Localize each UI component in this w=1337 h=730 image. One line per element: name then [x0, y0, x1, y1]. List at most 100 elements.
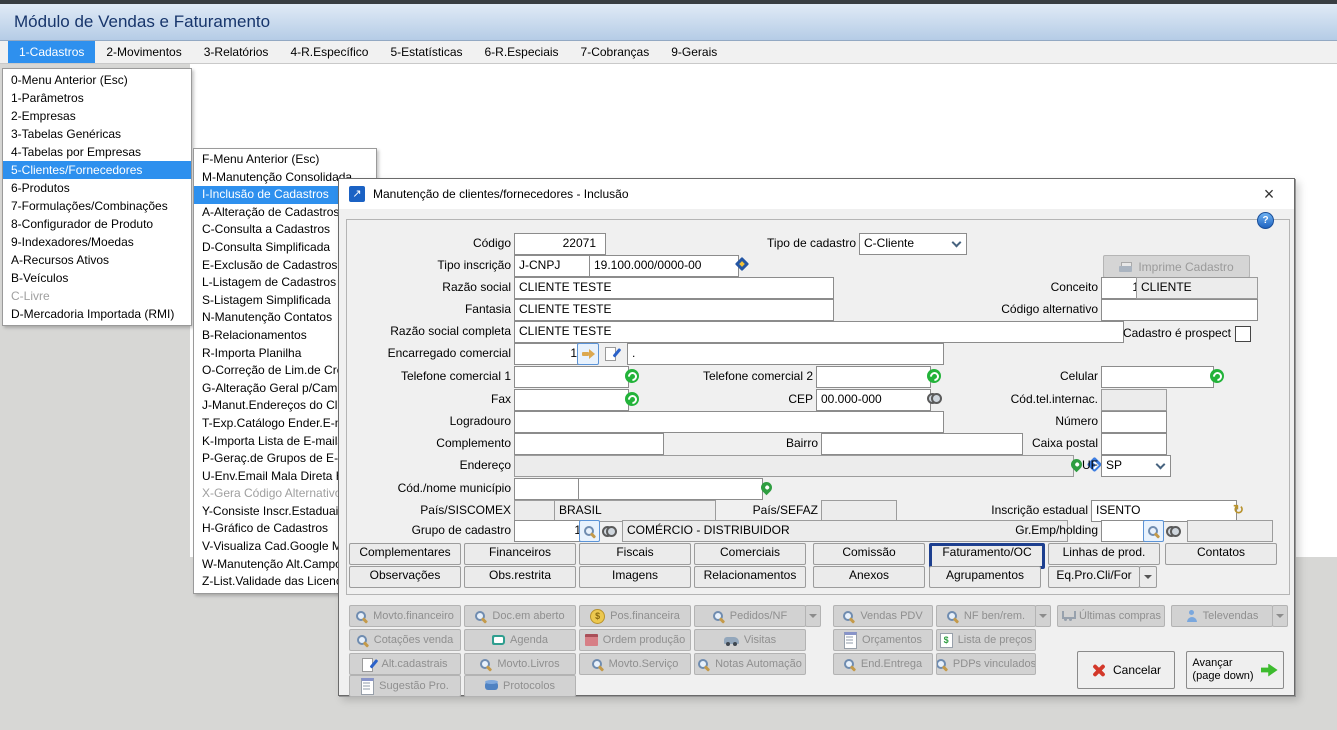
- edit-note-icon: [362, 657, 376, 671]
- codigo-field[interactable]: 22071: [514, 233, 606, 255]
- help-icon[interactable]: ?: [1257, 212, 1274, 229]
- menubar-item-relatorios[interactable]: 3-Relatórios: [193, 41, 280, 63]
- search-icon: [698, 658, 710, 670]
- tab-eq-pro-cli-for[interactable]: Eq.Pro.Cli/For: [1048, 566, 1140, 588]
- menu-item-tabelas-genericas[interactable]: 3-Tabelas Genéricas: [3, 125, 191, 143]
- cep-field[interactable]: 00.000-000: [816, 389, 931, 411]
- action-label: Movto.Livros: [497, 658, 559, 670]
- uf-label: UF: [948, 455, 1098, 475]
- inscricao-estadual-field[interactable]: ISENTO: [1091, 500, 1237, 522]
- tab-complementares[interactable]: Complementares: [349, 543, 461, 565]
- tab-relacionamentos[interactable]: Relacionamentos: [694, 566, 806, 588]
- razao-social-field[interactable]: CLIENTE TESTE: [514, 277, 834, 299]
- menu-item-clientes-fornecedores[interactable]: 5-Clientes/Fornecedores: [3, 161, 191, 179]
- person-icon: [1186, 610, 1198, 622]
- whatsapp-icon[interactable]: [927, 369, 941, 383]
- logradouro-field[interactable]: [514, 411, 944, 433]
- menu-item-mercadoria-importada[interactable]: D-Mercadoria Importada (RMI): [3, 305, 191, 323]
- whatsapp-icon[interactable]: [1210, 369, 1224, 383]
- menu-item-parametros[interactable]: 1-Parâmetros: [3, 89, 191, 107]
- pais-siscomex-label: País/SISCOMEX: [351, 500, 511, 520]
- edit-note-icon: [605, 346, 619, 360]
- menu-item-menu-anterior-f[interactable]: F-Menu Anterior (Esc): [194, 151, 376, 169]
- tipo-cadastro-select[interactable]: C-Cliente: [859, 233, 967, 255]
- tab-comerciais[interactable]: Comerciais: [694, 543, 806, 565]
- tab-linhas-de-prod[interactable]: Linhas de prod.: [1048, 543, 1160, 565]
- hand-pointer-button[interactable]: [577, 343, 599, 365]
- complemento-field[interactable]: [514, 433, 664, 455]
- chevron-down-icon: [1276, 614, 1284, 618]
- grupo-search-button[interactable]: [579, 520, 600, 542]
- menu-item-recursos-ativos[interactable]: A-Recursos Ativos: [3, 251, 191, 269]
- chevron-down-icon: [1144, 575, 1152, 579]
- gr-emp-binoculars-button[interactable]: [1164, 520, 1183, 540]
- coin-icon: $: [590, 609, 605, 624]
- menu-item-indexadores-moedas[interactable]: 9-Indexadores/Moedas: [3, 233, 191, 251]
- edit-note-button[interactable]: [602, 343, 622, 363]
- cancel-button[interactable]: Cancelar: [1077, 651, 1175, 689]
- grupo-binoculars-button[interactable]: [600, 520, 619, 540]
- uf-select[interactable]: SP: [1101, 455, 1171, 477]
- whatsapp-icon[interactable]: [625, 369, 639, 383]
- menubar-item-r-especiais[interactable]: 6-R.Especiais: [474, 41, 570, 63]
- municipio-name-field[interactable]: [578, 478, 763, 500]
- tab-comissao[interactable]: Comissão: [813, 543, 925, 565]
- imprime-cadastro-label: Imprime Cadastro: [1138, 260, 1233, 274]
- menu-item-empresas[interactable]: 2-Empresas: [3, 107, 191, 125]
- tab-imagens[interactable]: Imagens: [579, 566, 691, 588]
- gr-emp-search-button[interactable]: [1143, 520, 1164, 542]
- tab-contatos[interactable]: Contatos: [1165, 543, 1277, 565]
- municipio-code-field[interactable]: [514, 478, 586, 500]
- numero-field[interactable]: [1101, 411, 1167, 433]
- menubar-item-cadastros[interactable]: 1-Cadastros: [8, 41, 95, 63]
- menubar-item-movimentos[interactable]: 2-Movimentos: [95, 41, 192, 63]
- fax-field[interactable]: [514, 389, 629, 411]
- menu-item-tabelas-por-empresas[interactable]: 4-Tabelas por Empresas: [3, 143, 191, 161]
- prospect-checkbox[interactable]: [1235, 326, 1251, 342]
- telefone1-field[interactable]: [514, 366, 629, 388]
- encarregado-code-field[interactable]: 1: [514, 343, 582, 365]
- pedidos-nf-button: Pedidos/NF: [694, 605, 806, 627]
- menubar-item-r-especifico[interactable]: 4-R.Específico: [279, 41, 379, 63]
- close-icon[interactable]: ×: [1254, 180, 1284, 208]
- tab-anexos[interactable]: Anexos: [813, 566, 925, 588]
- menubar-item-estatisticas[interactable]: 5-Estatísticas: [379, 41, 473, 63]
- telefone2-field[interactable]: [816, 366, 931, 388]
- binoculars-icon[interactable]: [927, 393, 942, 402]
- pedidos-nf-dropdown: [805, 605, 821, 627]
- app-title: Módulo de Vendas e Faturamento: [14, 12, 270, 31]
- menu-item-menu-anterior[interactable]: 0-Menu Anterior (Esc): [3, 71, 191, 89]
- televendas-dropdown: [1272, 605, 1288, 627]
- application-window: Módulo de Vendas e Faturamento 1-Cadastr…: [0, 0, 1337, 730]
- car-icon: [724, 637, 739, 644]
- cnpj-field[interactable]: 19.100.000/0000-00: [589, 255, 739, 277]
- action-label: Visitas: [744, 634, 776, 646]
- razao-completa-field[interactable]: CLIENTE TESTE: [514, 321, 1124, 343]
- menu-item-configurador-de-produto[interactable]: 8-Configurador de Produto: [3, 215, 191, 233]
- sync-icon[interactable]: ↻: [1233, 503, 1244, 517]
- codigo-alternativo-field[interactable]: [1101, 299, 1258, 321]
- advance-button[interactable]: Avançar (page down): [1186, 651, 1284, 689]
- fax-label: Fax: [351, 389, 511, 409]
- tab-obs-restrita[interactable]: Obs.restrita: [464, 566, 576, 588]
- orcamentos-button: Orçamentos: [833, 629, 933, 651]
- menubar-item-gerais[interactable]: 9-Gerais: [660, 41, 728, 63]
- caixa-postal-field[interactable]: [1101, 433, 1167, 455]
- grupo-code-field[interactable]: 1: [514, 520, 586, 542]
- menu-item-produtos[interactable]: 6-Produtos: [3, 179, 191, 197]
- celular-field[interactable]: [1101, 366, 1214, 388]
- whatsapp-icon[interactable]: [625, 392, 639, 406]
- tab-agrupamentos[interactable]: Agrupamentos: [929, 566, 1041, 588]
- tab-fiscais[interactable]: Fiscais: [579, 543, 691, 565]
- codigo-alternativo-label: Código alternativo: [948, 299, 1098, 319]
- binoculars-icon: [602, 526, 617, 535]
- eq-pro-dropdown[interactable]: [1139, 566, 1157, 588]
- encarregado-name-field[interactable]: .: [627, 343, 944, 365]
- menubar-item-cobrancas[interactable]: 7-Cobranças: [570, 41, 661, 63]
- tab-financeiros[interactable]: Financeiros: [464, 543, 576, 565]
- endereco-label: Endereço: [351, 455, 511, 475]
- menu-item-veiculos[interactable]: B-Veículos: [3, 269, 191, 287]
- menu-item-formulacoes-combinacoes[interactable]: 7-Formulações/Combinações: [3, 197, 191, 215]
- tab-observacoes[interactable]: Observações: [349, 566, 461, 588]
- fantasia-field[interactable]: CLIENTE TESTE: [514, 299, 834, 321]
